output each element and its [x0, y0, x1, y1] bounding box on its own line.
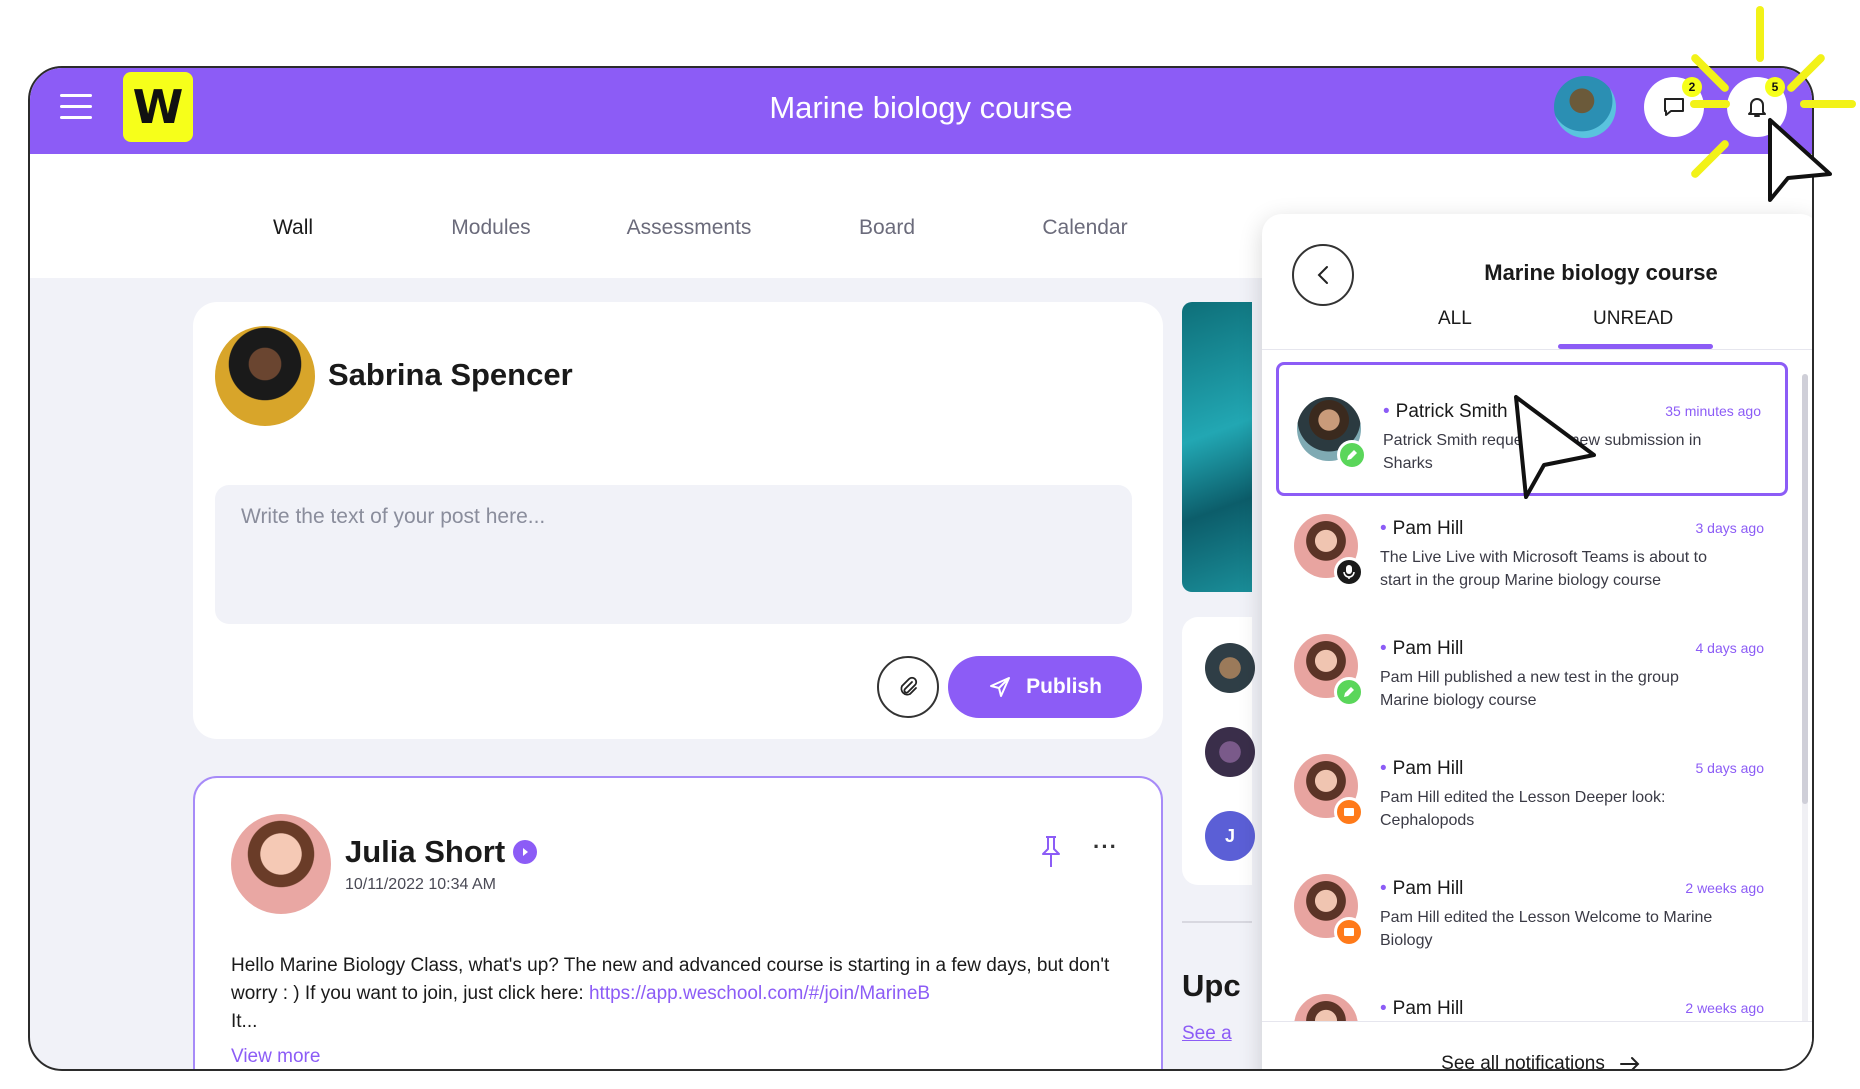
scrollbar-thumb[interactable] — [1802, 374, 1808, 804]
lesson-icon — [1334, 797, 1364, 827]
upcoming-heading: Upc — [1182, 968, 1241, 1003]
notification-time: 3 days ago — [1695, 520, 1765, 536]
chevron-left-icon — [1317, 266, 1328, 284]
user-avatar[interactable] — [1554, 76, 1616, 138]
composer-author-name: Sabrina Spencer — [328, 357, 573, 392]
post-date: 10/11/2022 10:34 AM — [345, 876, 496, 893]
notification-time: 5 days ago — [1695, 760, 1765, 776]
panel-divider — [1262, 349, 1812, 350]
tab-board[interactable]: Board — [787, 216, 987, 240]
chat-bubble-icon — [1664, 98, 1684, 116]
highlight-ray — [1690, 100, 1730, 108]
join-link[interactable]: https://app.weschool.com/#/join/MarineB — [589, 983, 930, 1004]
notification-sender: Pam Hill — [1380, 518, 1464, 540]
course-title: Marine biology course — [769, 90, 1073, 125]
post-text-input[interactable]: Write the text of your post here... — [215, 485, 1132, 624]
app-window: W Marine biology course 2 5 Wall Modules… — [28, 66, 1814, 1071]
notification-sender: Patrick Smith — [1383, 401, 1508, 423]
notification-sender: Pam Hill — [1380, 998, 1464, 1020]
highlight-ray — [1800, 100, 1856, 108]
tab-wall[interactable]: Wall — [193, 216, 393, 240]
notification-sender: Pam Hill — [1380, 638, 1464, 660]
tab-unread[interactable]: UNREAD — [1593, 308, 1673, 330]
member-avatar-initial[interactable]: J — [1205, 811, 1255, 861]
chat-badge: 2 — [1682, 77, 1702, 97]
back-button[interactable] — [1292, 244, 1354, 306]
post-author-name: Julia Short — [345, 834, 506, 869]
post-body: Hello Marine Biology Class, what's up? T… — [231, 952, 1131, 1036]
member-avatar[interactable] — [1205, 643, 1255, 693]
mouse-cursor-icon — [1514, 395, 1596, 499]
tab-assessments[interactable]: Assessments — [589, 216, 789, 240]
notification-time: 35 minutes ago — [1665, 403, 1761, 419]
notification-item[interactable]: Pam Hill 5 days ago Pam Hill edited the … — [1276, 722, 1788, 856]
notification-text: The Live Live with Microsoft Teams is ab… — [1380, 549, 1707, 589]
side-divider — [1182, 921, 1252, 923]
tab-calendar[interactable]: Calendar — [985, 216, 1185, 240]
member-avatar[interactable] — [1205, 727, 1255, 777]
verified-badge-icon — [513, 840, 538, 864]
tab-modules[interactable]: Modules — [391, 216, 591, 240]
lesson-icon — [1334, 917, 1364, 947]
notification-text: Pam Hill edited the Lesson Deeper look: … — [1380, 789, 1666, 829]
highlight-ray — [1756, 6, 1764, 62]
bell-icon — [1748, 98, 1766, 117]
wall-post: Julia Short 10/11/2022 10:34 AM ··· Hell… — [193, 776, 1163, 1069]
see-all-link[interactable]: See a — [1182, 1023, 1232, 1045]
post-author: Julia Short — [345, 834, 538, 870]
panel-title: Marine biology course — [1484, 260, 1718, 285]
notification-time: 4 days ago — [1695, 640, 1765, 656]
notification-time: 2 weeks ago — [1685, 1000, 1764, 1016]
notification-time: 2 weeks ago — [1685, 880, 1764, 896]
pin-icon[interactable] — [1038, 834, 1064, 870]
course-cover-image — [1182, 302, 1252, 592]
notification-sender: Pam Hill — [1380, 758, 1464, 780]
arrow-right-icon — [1619, 1056, 1640, 1069]
post-composer: Sabrina Spencer Write the text of your p… — [193, 302, 1163, 739]
paperclip-icon — [900, 676, 918, 696]
publish-button[interactable]: Publish — [948, 656, 1142, 718]
notifications-badge: 5 — [1765, 77, 1785, 97]
tab-all[interactable]: ALL — [1438, 308, 1472, 330]
pencil-icon — [1337, 440, 1367, 470]
members-card: J — [1182, 617, 1255, 885]
see-all-notifications-button[interactable]: See all notifications — [1262, 1021, 1812, 1071]
publish-label: Publish — [1026, 675, 1102, 698]
notification-item[interactable]: Pam Hill 2 weeks ago Pam Hill edited the… — [1276, 842, 1788, 976]
composer-avatar — [215, 326, 315, 426]
notification-text: Pam Hill published a new test in the gro… — [1380, 669, 1679, 709]
post-body-tail: It... — [231, 1011, 258, 1032]
top-bar: W Marine biology course 2 5 — [30, 68, 1812, 154]
mouse-cursor-icon — [1768, 118, 1832, 202]
post-author-avatar — [231, 814, 331, 914]
notification-text: Pam Hill edited the Lesson Welcome to Ma… — [1380, 909, 1713, 949]
attach-button[interactable] — [877, 656, 939, 718]
see-all-notifications-label: See all notifications — [1441, 1052, 1605, 1071]
send-icon — [990, 677, 1011, 697]
notification-sender: Pam Hill — [1380, 878, 1464, 900]
view-more-link[interactable]: View more — [231, 1046, 320, 1068]
notifications-panel: Marine biology course ALL UNREAD Patrick… — [1262, 214, 1812, 1071]
pencil-icon — [1334, 677, 1364, 707]
microphone-icon — [1334, 557, 1364, 587]
more-options-icon[interactable]: ··· — [1093, 834, 1118, 860]
notification-item[interactable]: Pam Hill 4 days ago Pam Hill published a… — [1276, 602, 1788, 736]
